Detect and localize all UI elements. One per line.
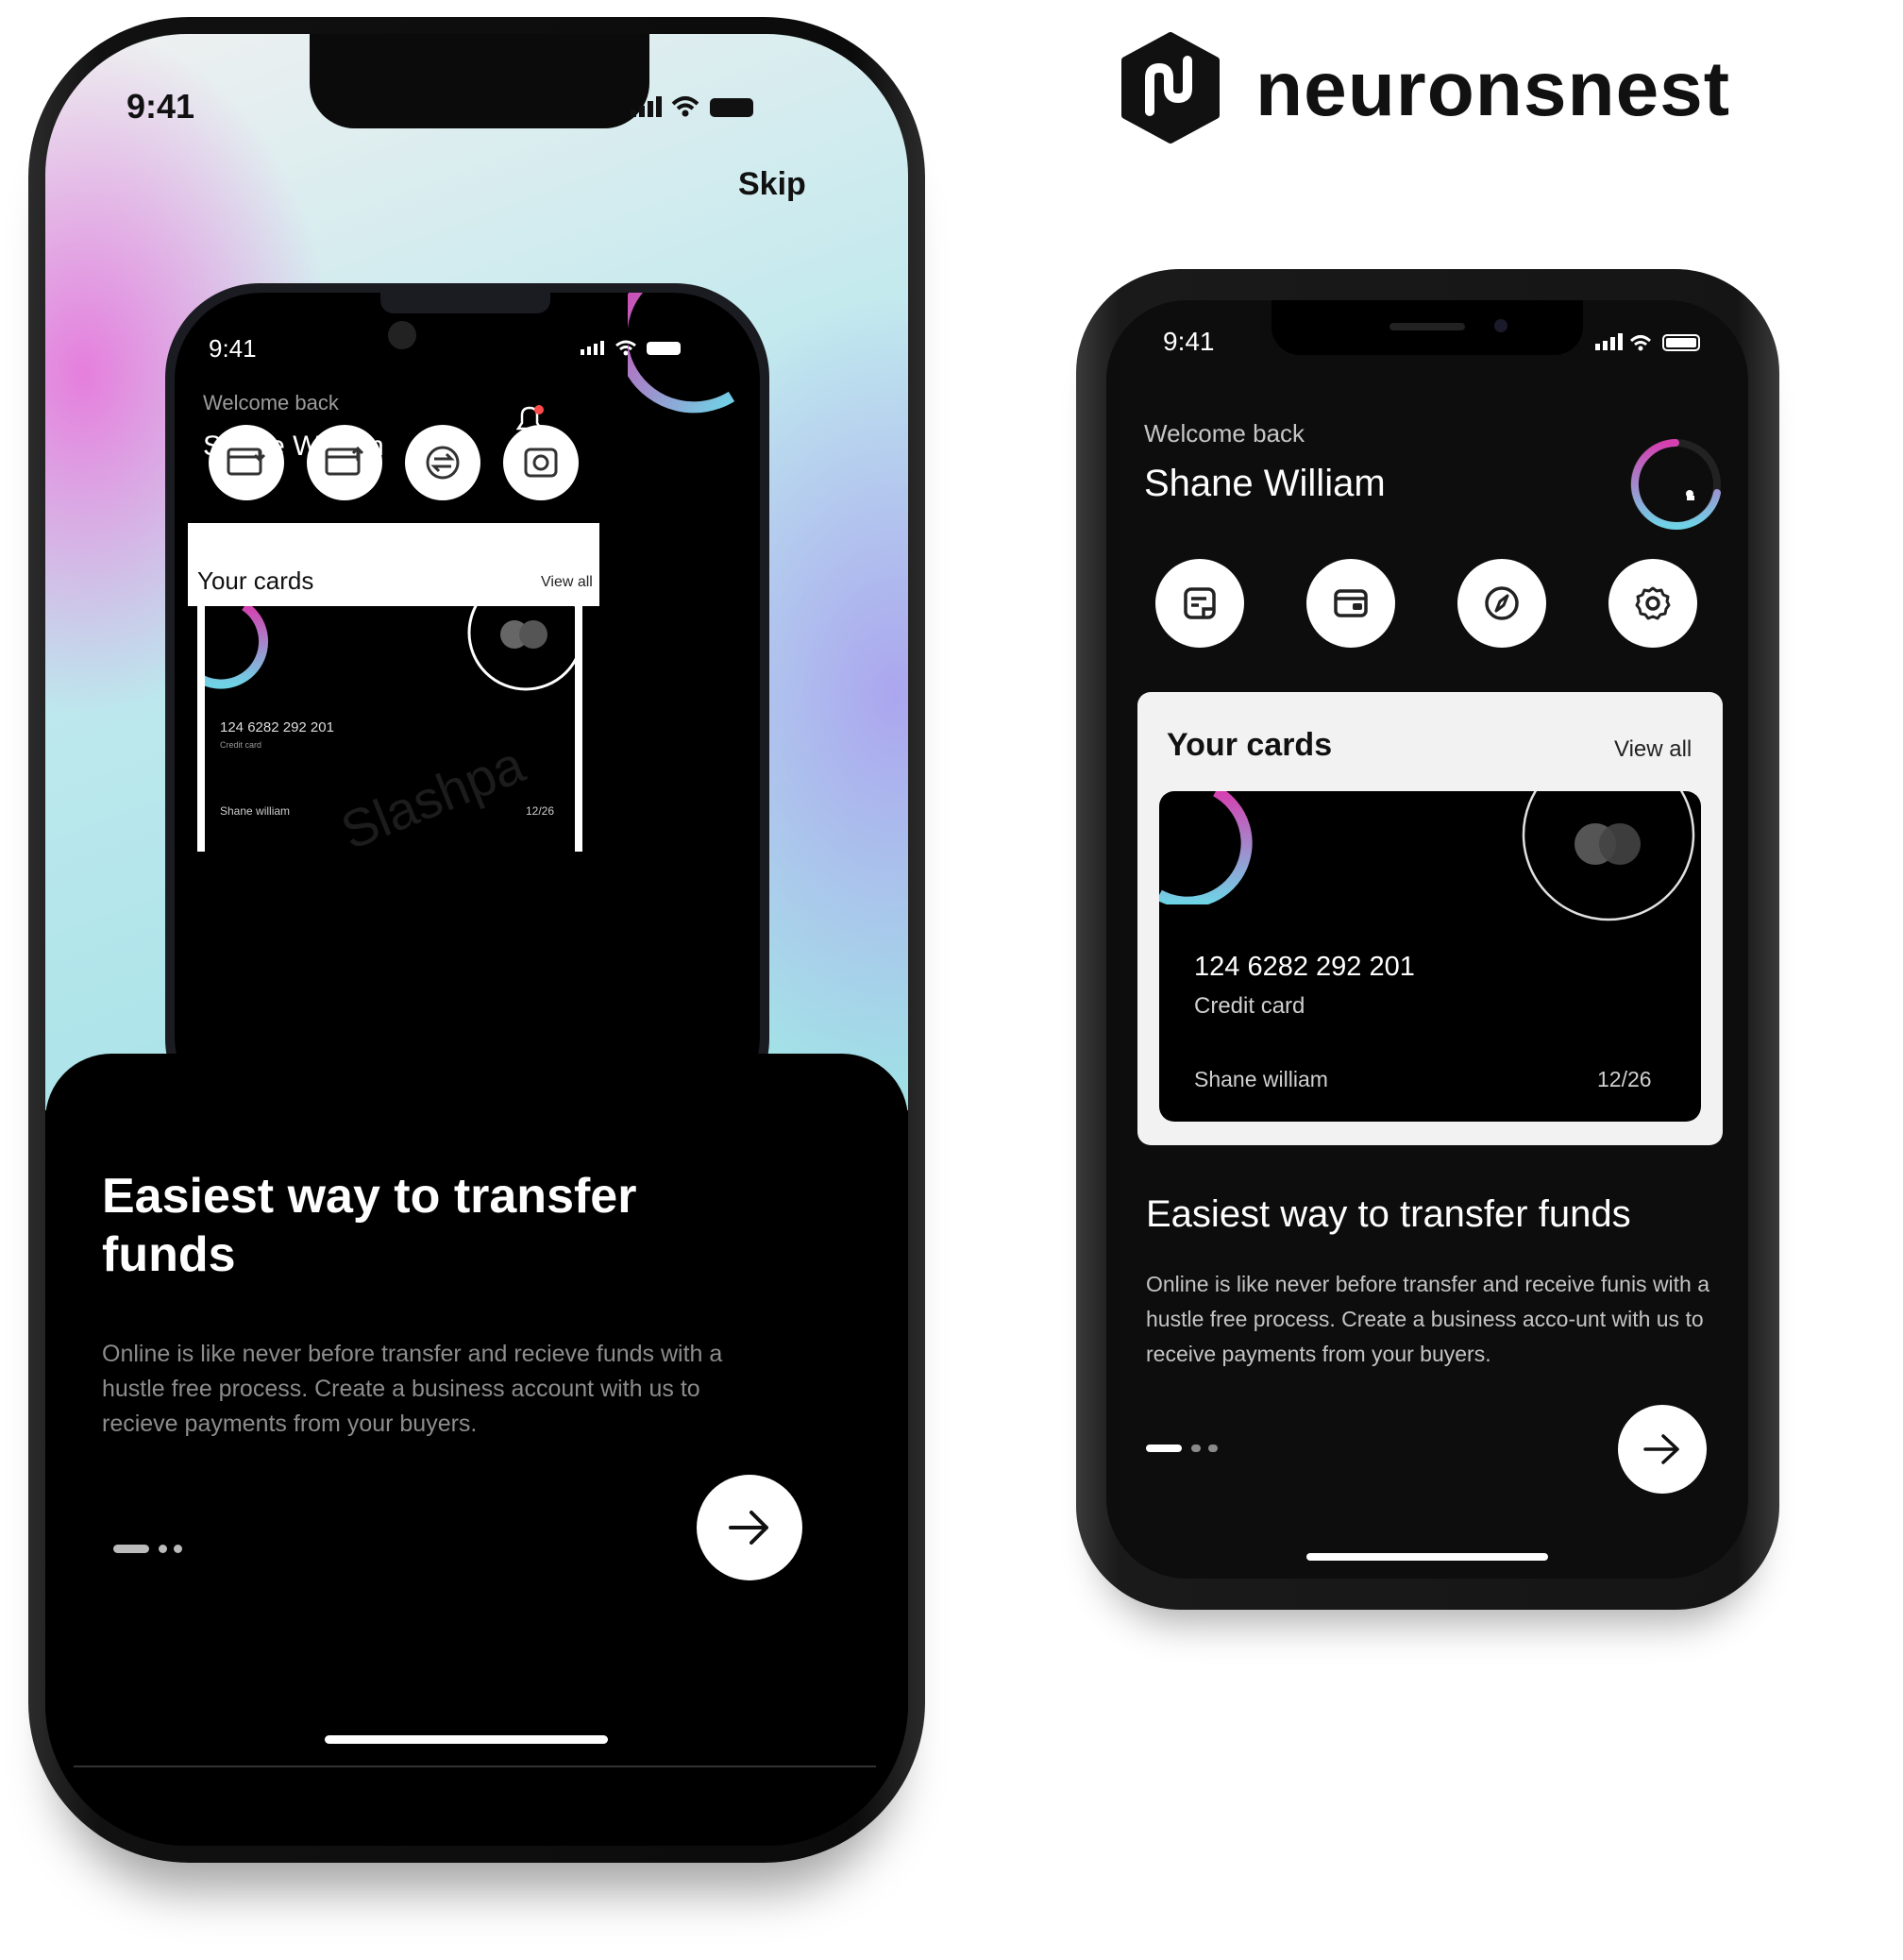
page-indicator-dot xyxy=(1208,1445,1218,1452)
inner-status-time: 9:41 xyxy=(209,334,257,363)
wallet-icon-button[interactable] xyxy=(1306,559,1395,648)
right-status-time: 9:41 xyxy=(1163,327,1215,356)
inner-card-number: 124 6282 292 201 xyxy=(220,719,334,735)
inner-welcome-text: Welcome back xyxy=(203,391,339,414)
user-name: Shane William xyxy=(1144,463,1386,504)
inner-progress-ring xyxy=(628,293,735,414)
onboarding-description: Online is like never before transfer and… xyxy=(102,1341,723,1437)
home-indicator-right xyxy=(1306,1553,1548,1561)
welcome-text: Welcome back xyxy=(1144,419,1305,448)
inner-card-holder: Shane william xyxy=(220,804,291,818)
note-icon-button[interactable] xyxy=(1155,559,1244,648)
page-indicator-dot xyxy=(174,1545,182,1553)
right-phone-screen: 9:41 Welcome back Shane William Your car… xyxy=(1106,300,1748,1579)
inner-phone-screen: 9:41 Welcome back Shane William Your car… xyxy=(175,293,760,1124)
front-camera xyxy=(1494,319,1507,332)
inner-card-watermark: Slashpa xyxy=(332,734,532,852)
right-phone-notch xyxy=(1271,300,1583,355)
inner-card-ring-decoration xyxy=(205,606,269,689)
card-type: Credit card xyxy=(1194,993,1305,1019)
card-number: 124 6282 292 201 xyxy=(1194,952,1415,982)
onboarding-description-right: Online is like never before transfer and… xyxy=(1146,1272,1710,1366)
inner-action-withdraw-icon[interactable] xyxy=(307,425,382,500)
card-holder-name: Shane william xyxy=(1194,1067,1328,1091)
speaker-grill xyxy=(1389,323,1465,330)
view-all-link[interactable]: View all xyxy=(1614,736,1692,763)
inner-card-type: Credit card xyxy=(220,740,262,750)
inner-cards-title: Your cards xyxy=(197,566,314,595)
page-indicator-dot xyxy=(159,1545,167,1553)
wallet-icon xyxy=(1334,589,1368,617)
onboarding-title: Easiest way to transfer funds xyxy=(102,1169,637,1282)
left-status-icons xyxy=(631,96,753,117)
credit-card[interactable]: 124 6282 292 201 Credit card Shane willi… xyxy=(1159,791,1701,1122)
inner-action-camera-icon[interactable] xyxy=(503,425,579,500)
arrow-right-icon xyxy=(1643,1434,1679,1464)
settings-icon xyxy=(1635,586,1671,620)
compass-icon xyxy=(1485,586,1519,620)
inner-action-transfer-icon[interactable] xyxy=(405,425,480,500)
inner-card-expiry: 12/26 xyxy=(526,804,555,818)
page-indicator-active xyxy=(1146,1445,1182,1452)
arrow-right-icon xyxy=(729,1511,768,1545)
next-button[interactable] xyxy=(697,1475,802,1580)
home-indicator xyxy=(325,1735,608,1744)
onboarding-title-right: Easiest way to transfer funds xyxy=(1146,1193,1631,1235)
page-indicator xyxy=(113,1545,198,1556)
brand-wordmark: neuronsnest xyxy=(1255,46,1731,132)
inner-camera xyxy=(388,321,416,349)
card-ring-decoration xyxy=(1159,791,1253,904)
page-indicator-right xyxy=(1146,1445,1221,1454)
skip-button[interactable]: Skip xyxy=(738,166,806,203)
compass-icon-button[interactable] xyxy=(1457,559,1546,648)
left-bottom-divider xyxy=(74,1766,876,1767)
profile-progress-ring[interactable] xyxy=(1624,432,1727,536)
card-logo-circle xyxy=(1522,791,1695,921)
inner-card-logo-circle xyxy=(467,606,575,691)
left-phone-notch xyxy=(310,34,649,128)
next-button-right[interactable] xyxy=(1618,1405,1707,1494)
inner-action-deposit-icon[interactable] xyxy=(209,425,284,500)
inner-view-all-link[interactable]: View all xyxy=(541,574,593,591)
page-indicator-dot xyxy=(1191,1445,1201,1452)
left-status-time: 9:41 xyxy=(126,87,195,126)
card-expiry: 12/26 xyxy=(1597,1067,1652,1091)
inner-notch xyxy=(380,293,550,313)
settings-icon-button[interactable] xyxy=(1608,559,1697,648)
left-phone-screen: 9:41 Welcome back Shane William Your car… xyxy=(45,34,908,1846)
note-icon xyxy=(1184,587,1216,619)
your-cards-title: Your cards xyxy=(1167,727,1333,763)
neuronsnest-logo-icon xyxy=(1121,32,1220,144)
inner-credit-card[interactable]: 124 6282 292 201 Credit card Shane willi… xyxy=(197,606,582,852)
right-status-icons xyxy=(1595,333,1700,351)
page-indicator-active xyxy=(113,1545,149,1553)
